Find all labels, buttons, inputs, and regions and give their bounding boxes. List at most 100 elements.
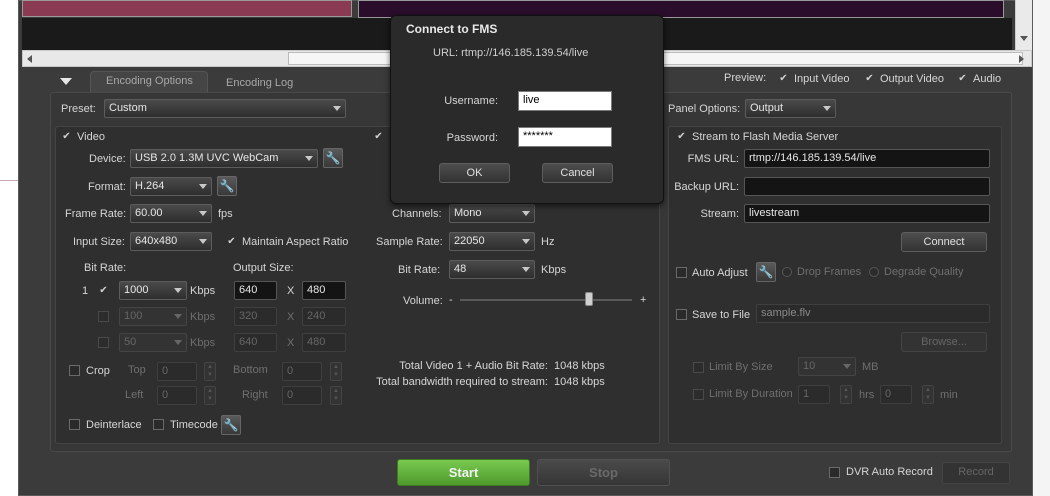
audio-preview-checkbox[interactable]: ✔ [957, 73, 968, 84]
collapse-arrow-icon[interactable] [60, 78, 72, 85]
minutes-input[interactable]: 0 [880, 385, 912, 404]
browse-button[interactable]: Browse... [901, 332, 987, 352]
channels-select[interactable]: Mono [449, 204, 535, 223]
ok-button[interactable]: OK [439, 163, 510, 183]
degrade-quality-label: Degrade Quality [884, 266, 964, 278]
height-row-3-input[interactable]: 480 [302, 333, 346, 352]
start-button[interactable]: Start [397, 459, 530, 486]
sample-rate-select[interactable]: 22050 [449, 232, 535, 251]
password-input[interactable]: ******* [518, 127, 612, 147]
bitrate-row-3-select[interactable]: 50 [119, 333, 187, 352]
tab-encoding-options-label: Encoding Options [106, 75, 193, 87]
crop-left-spinner[interactable]: ▲ ▼ [204, 386, 216, 405]
height-row-2-input[interactable]: 240 [302, 307, 346, 326]
crop-right-input[interactable]: 0 [282, 386, 322, 405]
crop-checkbox[interactable] [69, 365, 80, 376]
device-select[interactable]: USB 2.0 1.3M UVC WebCam [130, 149, 318, 168]
preset-select[interactable]: Custom [104, 99, 346, 118]
bitrate-row-1-checkbox[interactable]: ✔ [98, 285, 109, 296]
auto-adjust-wrench-icon[interactable]: 🔧 [756, 262, 776, 282]
video-label: Video [77, 131, 105, 143]
volume-slider-track[interactable] [460, 299, 632, 301]
crop-top-input[interactable]: 0 [157, 362, 197, 381]
timecode-label: Timecode [170, 419, 218, 431]
audio-checkbox[interactable]: ✔ [373, 131, 384, 142]
drop-frames-radio[interactable] [782, 267, 792, 277]
crop-left-input[interactable]: 0 [157, 386, 197, 405]
maintain-aspect-checkbox[interactable]: ✔ [226, 236, 237, 247]
scroll-down-icon[interactable] [1020, 36, 1028, 41]
limit-size-select[interactable]: 10 [798, 357, 856, 376]
auto-adjust-checkbox[interactable] [676, 267, 687, 278]
width-row-3-input[interactable]: 640 [234, 333, 277, 352]
crop-bottom-input[interactable]: 0 [282, 362, 322, 381]
save-to-file-checkbox[interactable] [676, 309, 687, 320]
bitrate-row-3-checkbox[interactable] [98, 337, 109, 348]
height-row-1-input[interactable]: 480 [302, 281, 346, 300]
stream-fms-checkbox[interactable]: ✔ [676, 131, 687, 142]
bandwidth-label: Total bandwidth required to stream: [376, 376, 548, 388]
degrade-quality-radio[interactable] [869, 267, 879, 277]
limit-size-checkbox[interactable] [693, 362, 704, 373]
save-file-input[interactable]: sample.flv [756, 304, 990, 323]
input-size-label: Input Size: [73, 236, 125, 248]
dialog-title: Connect to FMS [406, 22, 498, 36]
audio-bit-rate-select[interactable]: 48 [449, 260, 535, 279]
backup-url-input[interactable] [744, 177, 990, 196]
panel-options-select[interactable]: Output [745, 99, 836, 118]
bitrate-row-2-checkbox[interactable] [98, 311, 109, 322]
crop-right-label: Right [242, 389, 268, 401]
device-value: USB 2.0 1.3M UVC WebCam [135, 152, 279, 164]
dvr-auto-record-checkbox[interactable] [829, 467, 840, 478]
stop-button[interactable]: Stop [537, 459, 670, 486]
total-bitrate-label: Total Video 1 + Audio Bit Rate: [399, 360, 548, 372]
audio-bit-rate-value: 48 [454, 263, 467, 275]
deinterlace-label: Deinterlace [86, 419, 142, 431]
username-input[interactable]: live [518, 91, 612, 111]
volume-slider-thumb[interactable] [585, 292, 593, 306]
drop-frames-label: Drop Frames [797, 266, 862, 278]
cancel-button[interactable]: Cancel [542, 163, 613, 183]
format-label: Format: [88, 181, 126, 193]
width-row-1-input[interactable]: 640 [234, 281, 277, 300]
fms-url-input[interactable]: rtmp://146.185.139.54/live [744, 149, 990, 168]
format-value: H.264 [135, 180, 165, 192]
timecode-checkbox[interactable] [153, 419, 164, 430]
hours-input[interactable]: 1 [798, 385, 830, 404]
input-size-select[interactable]: 640x480 [130, 232, 212, 251]
timecode-wrench-icon[interactable]: 🔧 [221, 415, 241, 435]
limit-size-label: Limit By Size [709, 361, 773, 373]
format-select[interactable]: H.264 [130, 177, 212, 196]
bitrate-row-1-select[interactable]: 1000 [119, 281, 187, 300]
video-checkbox[interactable]: ✔ [61, 131, 72, 142]
output-video-checkbox[interactable]: ✔ [864, 73, 875, 84]
connect-button[interactable]: Connect [901, 232, 987, 252]
limit-duration-checkbox[interactable] [693, 389, 704, 400]
hours-spinner[interactable]: ▲ ▼ [840, 385, 852, 404]
device-settings-wrench-icon[interactable]: 🔧 [323, 148, 343, 168]
scroll-left-icon[interactable] [27, 55, 32, 63]
bitrate-row-2-select[interactable]: 100 [119, 307, 187, 326]
width-row-2-input[interactable]: 320 [234, 307, 277, 326]
minutes-spinner[interactable]: ▲ ▼ [922, 385, 934, 404]
volume-plus: + [640, 294, 647, 306]
audio-bit-rate-unit: Kbps [541, 264, 567, 276]
output-video-label: Output Video [880, 73, 945, 85]
sample-rate-label: Sample Rate: [376, 236, 443, 248]
tab-encoding-log[interactable]: Encoding Log [226, 77, 293, 89]
stream-name-input[interactable]: livestream [744, 204, 990, 223]
frame-rate-select[interactable]: 60.00 [130, 204, 212, 223]
crop-bottom-spinner[interactable]: ▲ ▼ [330, 362, 342, 381]
dvr-auto-record-label: DVR Auto Record [846, 466, 933, 478]
deinterlace-checkbox[interactable] [69, 419, 80, 430]
format-settings-wrench-icon[interactable]: 🔧 [217, 176, 237, 196]
vertical-scrollbar[interactable] [1015, 0, 1032, 50]
bitrate-row-2-unit: Kbps [190, 311, 216, 323]
record-button[interactable]: Record [942, 462, 1010, 484]
x-sep-row-3: X [287, 337, 295, 349]
crop-right-spinner[interactable]: ▲ ▼ [330, 386, 342, 405]
input-video-checkbox[interactable]: ✔ [778, 73, 789, 84]
crop-top-label: Top [128, 364, 146, 376]
scroll-right-icon[interactable] [1019, 55, 1024, 63]
crop-top-spinner[interactable]: ▲ ▼ [204, 362, 216, 381]
